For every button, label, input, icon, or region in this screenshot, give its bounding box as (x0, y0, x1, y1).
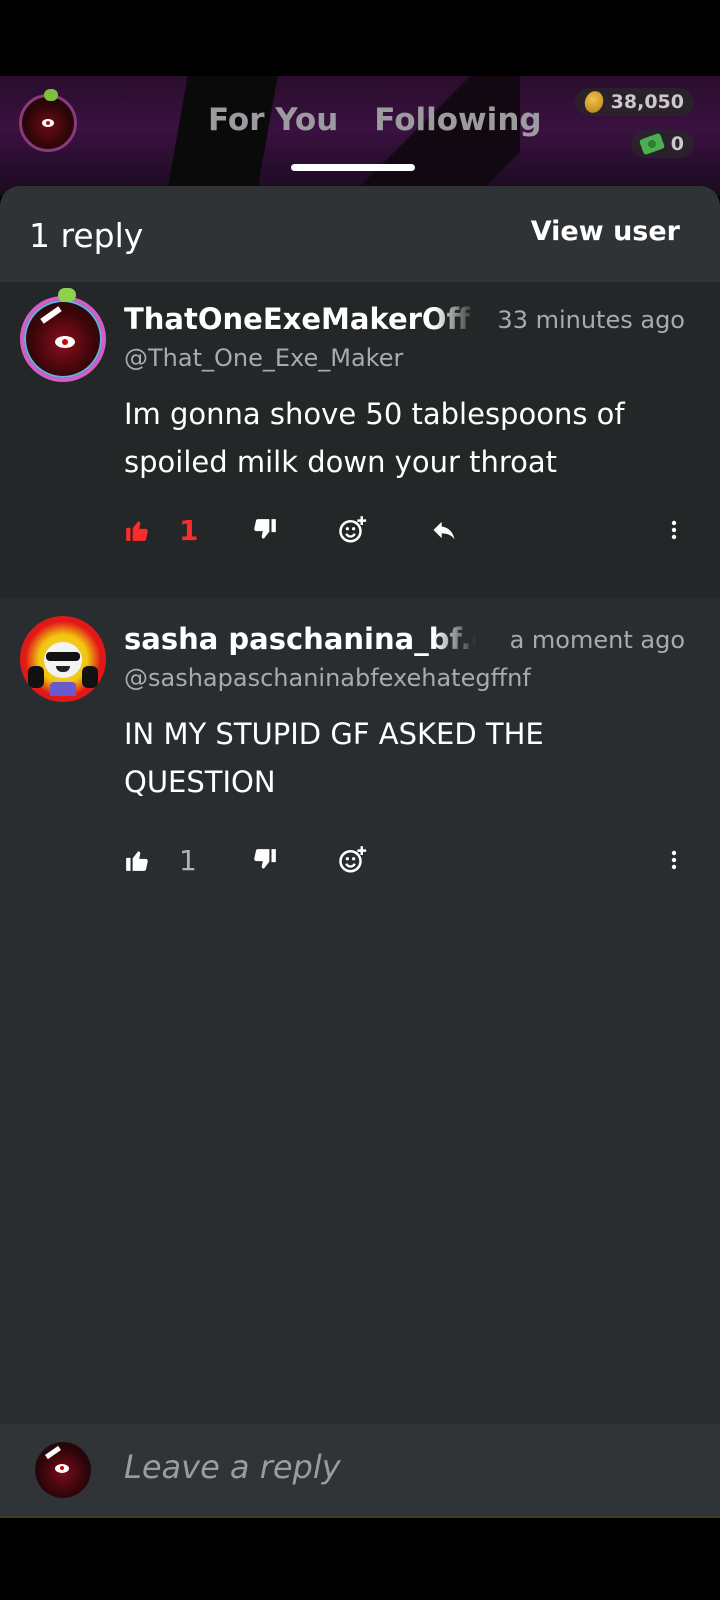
reply-arrow-icon (433, 521, 455, 540)
comment-text: Im gonna shove 50 tablespoons of spoiled… (124, 397, 625, 479)
like-button[interactable] (124, 510, 150, 550)
avatar-shirt (50, 682, 76, 696)
comment-timestamp: a moment ago (509, 626, 685, 654)
like-count: 1 (179, 513, 199, 547)
commenter-avatar[interactable] (20, 616, 106, 702)
comment-timestamp: 33 minutes ago (497, 306, 685, 334)
avatar-eye (42, 119, 54, 127)
reply-input-bar: Leave a reply (0, 1424, 720, 1516)
thumbs-down-icon (254, 849, 276, 869)
comment-text: IN MY STUPID GF ASKED THE QUESTION (124, 717, 544, 799)
more-options-button[interactable] (662, 840, 686, 880)
tab-following[interactable]: Following (374, 102, 541, 138)
profile-avatar[interactable] (19, 89, 77, 152)
add-reaction-button[interactable] (338, 510, 368, 550)
like-count: 1 (179, 843, 197, 877)
comment-item: sasha paschanina_bf.exe a moment ago @sa… (0, 598, 720, 928)
replies-sheet: 1 reply View user ThatOneExeMakerOff 33 … (0, 186, 720, 1516)
dislike-button[interactable] (252, 840, 278, 880)
add-reaction-icon (339, 516, 367, 543)
cash-amount: 0 (670, 133, 684, 155)
cash-icon (638, 132, 665, 156)
coin-amount: 38,050 (610, 91, 684, 113)
commenter-name[interactable]: sasha paschanina_bf.exe (124, 622, 476, 656)
vertical-dots-icon (671, 520, 677, 540)
feed-tabs: For You Following (208, 102, 542, 138)
comment-item: ThatOneExeMakerOff 33 minutes ago @That_… (0, 282, 720, 598)
view-user-button[interactable]: View user (531, 216, 680, 247)
reply-count-title: 1 reply (29, 216, 144, 255)
like-button[interactable] (124, 840, 150, 880)
thumbs-up-icon (126, 851, 148, 871)
avatar-eye (55, 336, 75, 348)
tab-indicator (291, 164, 415, 171)
coin-balance[interactable]: 38,050 (574, 88, 694, 116)
commenter-handle[interactable]: @That_One_Exe_Maker (124, 344, 403, 372)
comment-actions: 1 (124, 510, 700, 550)
thumbs-down-icon (254, 519, 276, 539)
avatar-eye (55, 1464, 69, 1473)
avatar-badge-icon (44, 89, 58, 101)
commenter-handle[interactable]: @sashapaschaninabfexehategffnf (124, 664, 531, 692)
vertical-dots-icon (671, 850, 677, 870)
divider (0, 1516, 720, 1518)
coin-icon (581, 88, 606, 116)
more-options-button[interactable] (662, 510, 686, 550)
add-reaction-button[interactable] (338, 840, 368, 880)
avatar-art (45, 1445, 61, 1460)
avatar-art (40, 306, 62, 324)
commenter-avatar[interactable] (20, 288, 106, 382)
add-reaction-icon (339, 846, 367, 873)
comment-actions: 1 (124, 840, 700, 880)
reply-input[interactable]: Leave a reply (124, 1448, 341, 1486)
wallet: 38,050 0 (574, 88, 694, 158)
dislike-button[interactable] (252, 510, 278, 550)
avatar-hand (28, 666, 44, 688)
commenter-name[interactable]: ThatOneExeMakerOff (124, 302, 476, 336)
avatar-accessory (58, 288, 76, 302)
cash-balance[interactable]: 0 (630, 130, 694, 158)
thumbs-up-icon (126, 521, 148, 541)
avatar-hand (82, 666, 98, 688)
avatar-glasses (46, 652, 80, 661)
tab-for-you[interactable]: For You (208, 102, 338, 138)
sheet-header: 1 reply View user (0, 186, 720, 282)
reply-button[interactable] (430, 510, 458, 550)
current-user-avatar (35, 1442, 91, 1498)
